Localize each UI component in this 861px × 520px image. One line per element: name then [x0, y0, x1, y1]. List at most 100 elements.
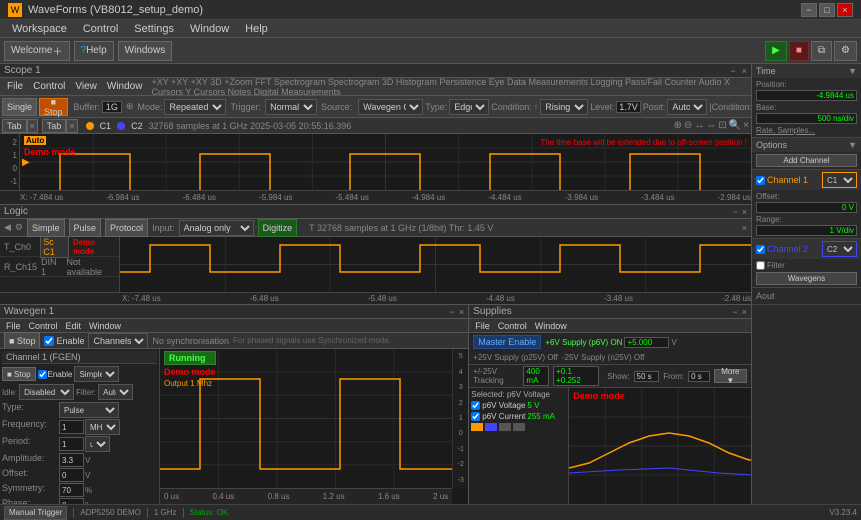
logic-minimize[interactable]: − — [732, 207, 737, 217]
supplies-menu-file[interactable]: File — [471, 317, 494, 335]
scope1-icon6[interactable]: 🔍 — [729, 120, 741, 131]
ch1-offset-val[interactable]: 0 V — [756, 202, 857, 213]
ch1-enable-checkbox[interactable] — [756, 176, 765, 185]
tracking-val[interactable]: +0.1 +0.252 — [553, 366, 599, 386]
wavegen-stop-btn[interactable]: ■ Stop — [4, 332, 40, 350]
menu-control[interactable]: Control — [75, 20, 126, 38]
logic-close[interactable]: × — [742, 207, 747, 217]
close-button[interactable]: × — [837, 3, 853, 17]
scope1-pos-select[interactable]: Auto — [667, 99, 707, 115]
wavegen-channels-select[interactable]: Channels — [88, 333, 148, 349]
right-base-val[interactable]: 500 ns/div — [756, 113, 857, 124]
wavegen-controls[interactable]: − × — [450, 307, 465, 317]
wavegen-filter-select[interactable]: Auto — [98, 384, 133, 400]
supplies-controls[interactable]: − × — [732, 307, 747, 317]
wavegen-minimize[interactable]: − — [450, 307, 455, 317]
wavegen-enable-checkbox[interactable] — [44, 336, 54, 346]
ch1-scope-select[interactable]: C1 — [822, 172, 857, 188]
logic-pulse-btn[interactable]: Pulse — [69, 219, 102, 237]
wavegen-ch1-mode[interactable]: Simple — [74, 366, 119, 382]
scope1-menu-view[interactable]: View — [70, 78, 102, 96]
scope1-source-select[interactable]: Wavegen C — [358, 99, 423, 115]
manual-trigger-button[interactable]: Manual Trigger — [4, 506, 67, 520]
scope1-menu-window[interactable]: Window — [102, 78, 148, 96]
logic-digitize-btn[interactable]: Digitize — [258, 219, 298, 237]
supplies-close[interactable]: × — [742, 307, 747, 317]
scope1-icon2[interactable]: ⊖ — [684, 120, 692, 131]
scope1-add-icon[interactable]: ⊕ — [126, 101, 134, 112]
right-rate-link[interactable]: Rate, Samples... — [756, 126, 857, 135]
logic-settings-icon[interactable]: ⚙ — [15, 222, 23, 233]
wavegen-close[interactable]: × — [459, 307, 464, 317]
help-button[interactable]: ? Help — [74, 41, 114, 61]
master-enable-button[interactable]: Master Enable — [473, 335, 541, 349]
wavegen-freq-unit[interactable]: MHz — [85, 419, 120, 435]
right-options-expand[interactable]: ▼ — [848, 140, 857, 150]
wavegen-ch1-enable[interactable] — [38, 370, 47, 379]
scope1-mode-select[interactable]: Repeated — [164, 99, 226, 115]
supplies-minimize[interactable]: − — [732, 307, 737, 317]
wavegen-sym-input[interactable] — [59, 483, 84, 497]
right-time-expand[interactable]: ▼ — [848, 66, 857, 76]
supply-p6v-val[interactable]: +5.000 — [624, 337, 669, 348]
menu-help[interactable]: Help — [237, 20, 276, 38]
ch1-tab-label[interactable]: Tab — [2, 119, 27, 133]
supplies-menu-window[interactable]: Window — [531, 317, 571, 335]
wavegen-offset-input[interactable] — [59, 468, 84, 482]
scope1-trigger-select[interactable]: Normal — [265, 99, 317, 115]
scope1-window-controls[interactable]: − × — [730, 66, 747, 76]
wavegen-amp-input[interactable] — [59, 453, 84, 467]
logic-input-select[interactable]: Analog only — [179, 220, 254, 236]
scope1-icon1[interactable]: ⊕ — [674, 120, 682, 131]
ch2-enable-checkbox[interactable] — [756, 245, 765, 254]
settings-button[interactable]: ⚙ — [834, 41, 857, 61]
ch2-filter-checkbox[interactable] — [756, 261, 765, 270]
logic-controls[interactable]: − × — [732, 207, 747, 217]
wavegen-freq-input[interactable] — [59, 420, 84, 434]
logic-simple-btn[interactable]: Simple — [27, 219, 65, 237]
logic-back-icon[interactable]: ◀ — [4, 222, 11, 233]
supplies-menu-control[interactable]: Control — [494, 317, 531, 335]
ch1-range-val[interactable]: 1 V/div — [756, 225, 857, 236]
ch1-tab[interactable]: Tab × — [2, 119, 38, 133]
scope1-close-wave[interactable]: × — [743, 120, 749, 131]
scope1-menu-file[interactable]: File — [2, 78, 28, 96]
scope1-stop-button[interactable]: ■ Stop — [39, 98, 68, 116]
menu-window[interactable]: Window — [182, 20, 237, 38]
scope1-cond-select[interactable]: Rising — [540, 99, 588, 115]
run-all-button[interactable]: ▶ — [765, 41, 787, 61]
tracking-current-val[interactable]: 400 mA — [523, 366, 549, 386]
ch2-wavegens-button[interactable]: Wavegens — [756, 272, 857, 285]
wavegen-period-input[interactable] — [59, 437, 84, 451]
scope1-minimize[interactable]: − — [730, 66, 735, 76]
logic-protocol-btn[interactable]: Protocol — [105, 219, 148, 237]
scope1-single-button[interactable]: Single — [2, 98, 37, 116]
ch2-tab-label[interactable]: Tab — [42, 119, 67, 133]
wavegen-ch1-stop[interactable]: ■ Stop — [2, 367, 36, 381]
layout-button[interactable]: ⧉ — [811, 41, 832, 61]
logic-close-btn[interactable]: × — [742, 223, 747, 233]
ch2-tab-close[interactable]: × — [66, 119, 77, 133]
scope1-close[interactable]: × — [742, 66, 747, 76]
wavegen-idle-select[interactable]: Disabled — [19, 384, 74, 400]
wavegen-period-unit[interactable]: us — [85, 436, 110, 452]
scope1-menu-control[interactable]: Control — [28, 78, 70, 96]
right-pos-val[interactable]: -4.9844 us — [756, 90, 857, 101]
scope1-icon5[interactable]: ⊡ — [718, 120, 726, 131]
scope1-icon3[interactable]: ↔ — [694, 120, 704, 131]
menu-workspace[interactable]: Workspace — [4, 20, 75, 38]
scope1-type-select[interactable]: Edge — [449, 99, 489, 115]
meas-ch1-checkbox[interactable] — [471, 412, 480, 421]
scope1-icon4[interactable]: ⇔ — [706, 120, 716, 131]
stop-all-button[interactable]: ■ — [789, 41, 809, 61]
windows-button[interactable]: Windows — [118, 41, 173, 61]
from-val[interactable]: 0 s — [688, 371, 710, 382]
ch2-tab[interactable]: Tab × — [42, 119, 78, 133]
wavegen-phase-input[interactable] — [59, 498, 84, 504]
wavegen-type-select[interactable]: Pulse — [59, 402, 119, 418]
welcome-button[interactable]: Welcome ＋ — [4, 41, 70, 61]
window-controls[interactable]: − □ × — [801, 3, 853, 17]
scope1-level-val[interactable]: 1.7V — [616, 101, 641, 113]
menu-settings[interactable]: Settings — [126, 20, 182, 38]
logic-ch0-pin[interactable]: Sc C1 — [40, 237, 69, 258]
